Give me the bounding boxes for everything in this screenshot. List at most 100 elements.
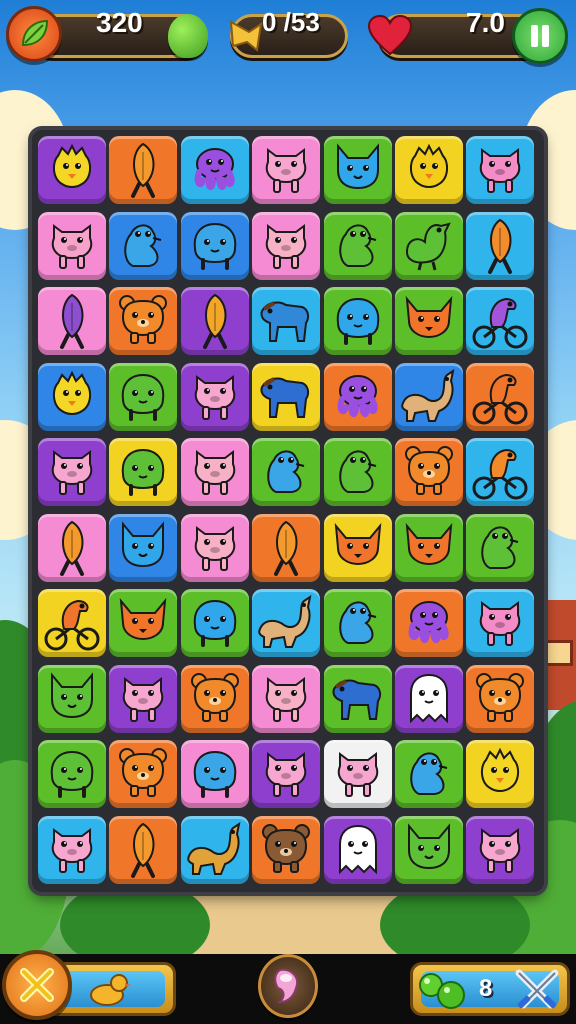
tile-r4-c3-pig[interactable] — [180, 362, 249, 431]
crossed-swords-icon — [515, 969, 559, 1009]
tile-r4-c5-octopus[interactable] — [323, 362, 392, 431]
tile-r1-c3-octopus[interactable] — [180, 136, 249, 204]
tile-r4-c7-rider[interactable] — [466, 362, 535, 431]
powerup-tray[interactable]: 8 — [410, 962, 570, 1016]
tile-r6-c5-fox[interactable] — [323, 513, 392, 582]
tile-r9-c7-chick[interactable] — [466, 740, 535, 808]
tile-r7-c5-seal[interactable] — [323, 589, 392, 657]
tile-r6-c3-pig[interactable] — [180, 513, 249, 582]
center-booster-button[interactable] — [258, 954, 318, 1018]
tile-r5-c7-rider[interactable] — [466, 438, 535, 506]
tile-r2-c4-pig[interactable] — [252, 211, 321, 280]
fox-creature-icon — [405, 295, 453, 339]
tile-r7-c4-weasel[interactable] — [252, 589, 321, 657]
tile-r9-c1-blob[interactable] — [38, 740, 106, 808]
tile-r6-c7-seal[interactable] — [466, 513, 535, 582]
tile-r5-c4-seal[interactable] — [252, 438, 321, 506]
tile-r9-c5-pig[interactable] — [323, 740, 392, 808]
tile-r5-c1-pig[interactable] — [38, 438, 106, 506]
tile-r10-c3-weasel[interactable] — [180, 815, 249, 884]
cat-creature-icon — [336, 143, 379, 190]
tile-r7-c3-blob[interactable] — [180, 589, 249, 657]
cancel-button[interactable] — [2, 950, 72, 1020]
tile-r3-c1-fish[interactable] — [38, 287, 106, 355]
pig-creature-icon — [51, 223, 93, 269]
tile-r1-c1-chick[interactable] — [38, 136, 106, 204]
tile-r9-c2-bear[interactable] — [109, 740, 178, 808]
tile-r1-c5-cat[interactable] — [323, 136, 392, 204]
tile-r7-c1-rider[interactable] — [38, 589, 106, 657]
tile-r8-c5-horse[interactable] — [323, 664, 392, 733]
tile-r8-c7-bear[interactable] — [466, 664, 535, 733]
tile-r10-c6-cat[interactable] — [395, 815, 463, 884]
tile-r10-c7-pig[interactable] — [466, 815, 535, 884]
tile-r6-c4-fish[interactable] — [252, 513, 321, 582]
tile-r2-c5-seal[interactable] — [323, 211, 392, 280]
tile-r9-c6-seal[interactable] — [395, 740, 463, 808]
fox-creature-icon — [405, 522, 453, 565]
tile-r9-c3-blob[interactable] — [180, 740, 249, 808]
fish-creature-icon — [488, 218, 513, 274]
fish-creature-icon — [202, 293, 227, 349]
tile-r6-c6-fox[interactable] — [395, 513, 463, 582]
fox-creature-icon — [120, 597, 167, 641]
rider-creature-icon — [472, 297, 528, 349]
tile-r10-c4-bear[interactable] — [252, 815, 321, 884]
tile-r10-c2-fish[interactable] — [109, 815, 178, 884]
tile-r7-c7-pig[interactable] — [466, 589, 535, 657]
powerup-count: 8 — [479, 975, 493, 1002]
tile-r5-c6-bear[interactable] — [395, 438, 463, 506]
pig-creature-icon — [480, 148, 521, 193]
pig-creature-icon — [123, 676, 164, 722]
tile-r8-c2-pig[interactable] — [109, 664, 178, 733]
tile-r8-c4-pig[interactable] — [252, 664, 321, 733]
tile-r4-c4-horse[interactable] — [252, 362, 321, 431]
tile-r3-c4-horse[interactable] — [252, 287, 321, 355]
tile-r2-c7-fish[interactable] — [466, 211, 535, 280]
tile-r8-c6-ghost[interactable] — [395, 664, 463, 733]
cat-creature-icon — [51, 671, 93, 718]
tile-r9-c4-pig[interactable] — [252, 740, 321, 808]
seal-creature-icon — [410, 752, 448, 795]
seal-creature-icon — [338, 601, 376, 644]
tile-r1-c6-chick[interactable] — [395, 136, 463, 204]
tile-r1-c2-fish[interactable] — [109, 136, 178, 204]
tile-r2-c3-blob[interactable] — [180, 211, 249, 280]
tile-r2-c6-bird[interactable] — [395, 211, 463, 280]
golden-trumpet-icon — [226, 14, 266, 58]
tile-r4-c1-chick[interactable] — [38, 362, 106, 431]
blob-creature-icon — [193, 222, 237, 270]
pause-button[interactable] — [512, 8, 568, 64]
tile-r7-c2-fox[interactable] — [109, 589, 178, 657]
shell-booster-icon — [274, 968, 298, 1004]
seal-creature-icon — [481, 526, 519, 569]
seal-creature-icon — [124, 224, 162, 267]
seal-creature-icon — [338, 450, 376, 493]
tile-r10-c1-pig[interactable] — [38, 815, 106, 884]
tile-r8-c1-cat[interactable] — [38, 664, 106, 733]
tile-r5-c2-blob[interactable] — [109, 438, 178, 506]
tile-r3-c2-bear[interactable] — [109, 287, 178, 355]
tile-r6-c2-cat[interactable] — [109, 513, 178, 582]
tile-r4-c6-weasel[interactable] — [395, 362, 463, 431]
blob-creature-icon — [122, 448, 165, 496]
tile-r2-c1-pig[interactable] — [38, 211, 106, 280]
tile-r6-c1-fish[interactable] — [38, 513, 106, 582]
tile-r3-c7-rider[interactable] — [466, 287, 535, 355]
tile-r2-c2-seal[interactable] — [109, 211, 178, 280]
pig-creature-icon — [266, 148, 307, 193]
tile-r3-c6-fox[interactable] — [395, 287, 463, 355]
tile-r3-c5-blob[interactable] — [323, 287, 392, 355]
tile-r1-c4-pig[interactable] — [252, 136, 321, 204]
tile-r1-c7-pig[interactable] — [466, 136, 535, 204]
tile-r7-c6-octopus[interactable] — [395, 589, 463, 657]
tile-r5-c5-seal[interactable] — [323, 438, 392, 506]
rider-creature-icon — [44, 599, 100, 651]
tile-r4-c2-blob[interactable] — [109, 362, 178, 431]
pig-creature-icon — [194, 450, 235, 495]
tile-r5-c3-pig[interactable] — [180, 438, 249, 506]
tile-r10-c5-ghost[interactable] — [323, 815, 392, 884]
tile-r3-c3-fish[interactable] — [180, 287, 249, 355]
tile-r8-c3-bear[interactable] — [180, 664, 249, 733]
pig-creature-icon — [51, 827, 93, 873]
